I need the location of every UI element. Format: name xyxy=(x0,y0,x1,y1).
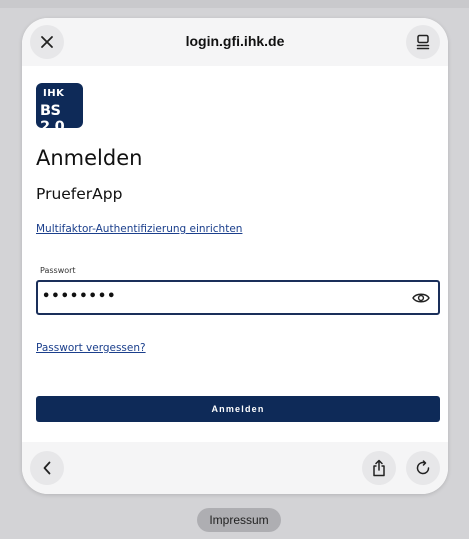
url-label[interactable]: login.gfi.ihk.de xyxy=(22,33,448,49)
chevron-left-icon xyxy=(43,461,51,475)
ihk-logo: IHK BS 2.0 xyxy=(36,83,83,135)
reload-icon xyxy=(416,460,430,475)
share-icon xyxy=(373,459,385,477)
logo-line-2: BS 2.0 xyxy=(40,103,65,135)
login-button[interactable]: Anmelden xyxy=(36,396,440,422)
password-field[interactable] xyxy=(36,280,440,315)
page-title: Anmelden xyxy=(36,146,143,170)
impressum-button[interactable]: Impressum xyxy=(197,508,281,532)
eye-icon xyxy=(412,293,430,303)
password-input[interactable] xyxy=(42,289,382,304)
forgot-password-link[interactable]: Passwort vergessen? xyxy=(36,342,146,354)
logo-line-1: IHK xyxy=(43,88,65,99)
tabs-button[interactable] xyxy=(406,25,440,59)
browser-sheet: login.gfi.ihk.de IHK BS 2.0 Anmelden Pru… xyxy=(22,18,448,494)
browser-top-bar: login.gfi.ihk.de xyxy=(22,18,448,66)
browser-bottom-bar xyxy=(22,442,448,494)
tabs-icon xyxy=(416,34,430,50)
reload-button[interactable] xyxy=(406,451,440,485)
share-button[interactable] xyxy=(362,451,396,485)
show-password-button[interactable] xyxy=(410,290,432,306)
page-subtitle: PrueferApp xyxy=(36,185,123,203)
back-button[interactable] xyxy=(30,451,64,485)
backdrop xyxy=(0,0,469,8)
mfa-setup-link[interactable]: Multifaktor-Authentifizierung einrichten xyxy=(36,223,242,235)
password-label: Passwort xyxy=(40,266,76,275)
